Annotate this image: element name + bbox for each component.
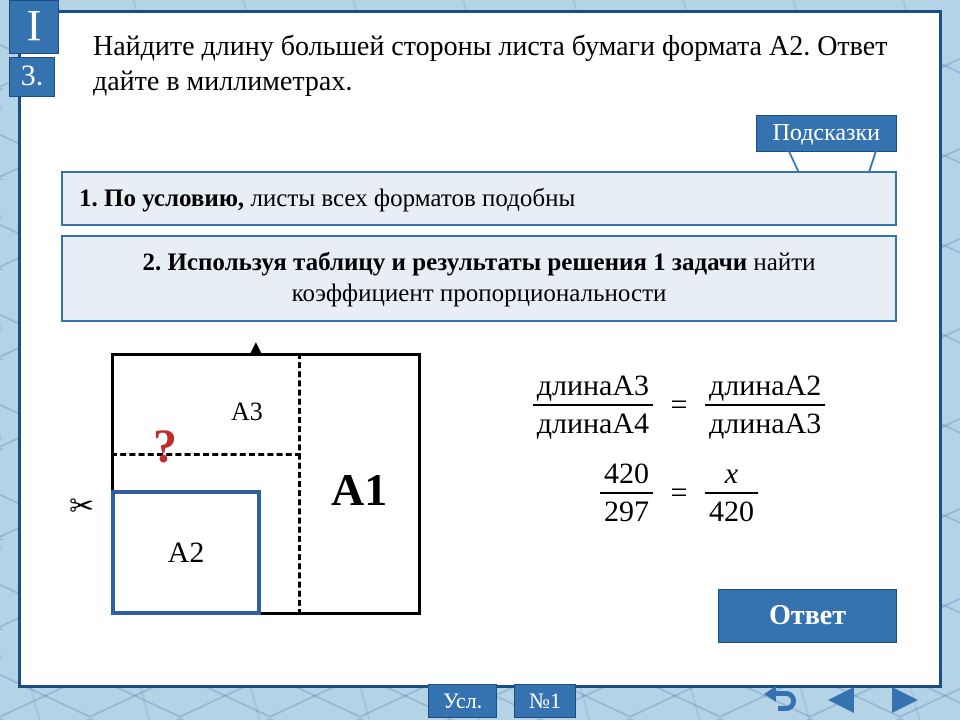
prev-button[interactable] [816,682,868,718]
frac-top: 420 [600,456,653,494]
hint1-bold: 1. По условию, [79,185,244,212]
bottom-nav: Усл. №1 [0,678,960,718]
hint1-rest: листы всех форматов подобны [244,185,575,212]
triangle-left-icon [822,685,862,715]
paper-diagram: ▲ A3 A1 A2 ? ✂ [73,353,423,628]
section-badge: I [9,0,59,54]
a2-label: A2 [168,536,205,570]
hint2-bold: 2. Используя таблицу и результаты решени… [142,249,747,276]
frac-top: x [705,456,758,494]
frac-bot: 297 [600,494,653,530]
connector-line [787,149,799,171]
answer-button[interactable]: Ответ [718,589,897,643]
equals-sign: = [661,475,698,511]
connector-line [868,149,877,171]
undo-button[interactable] [754,682,806,718]
a3-label: A3 [231,397,263,427]
dash-horizontal [111,453,301,456]
triangle-right-icon [884,685,924,715]
a2-sheet: A2 [111,490,261,615]
question-text: Найдите длину большей стороны листа бума… [93,29,909,99]
conditions-button[interactable]: Усл. [428,684,497,718]
frac-bot: длинаА4 [533,406,653,442]
hint-box-2: 2. Используя таблицу и результаты решени… [61,235,897,322]
frac-bot: 420 [705,494,758,530]
equals-sign: = [661,387,698,423]
slide-card: Найдите длину большей стороны листа бума… [18,10,942,688]
a1-label: A1 [331,463,387,516]
frac-top: длинаА3 [533,368,653,406]
undo-icon [760,685,800,715]
equation-row-2: 420297 = x420 [474,456,884,530]
task-number-badge: 3. [9,57,55,97]
hints-button[interactable]: Подсказки [756,115,897,152]
dash-vertical [298,353,301,615]
frac-top: длинаА2 [705,368,825,406]
math-equations: длинаА3длинаА4 = длинаА2длинаА3 420297 =… [474,368,884,530]
next-button[interactable] [878,682,930,718]
frac-bot: длинаА3 [705,406,825,442]
question-mark: ? [153,419,177,474]
scissors-icon: ✂ [69,489,94,524]
equation-row-1: длинаА3длинаА4 = длинаА2длинаА3 [474,368,884,442]
hint-box-1: 1. По условию, листы всех форматов подоб… [61,171,897,226]
task1-button[interactable]: №1 [514,684,576,718]
